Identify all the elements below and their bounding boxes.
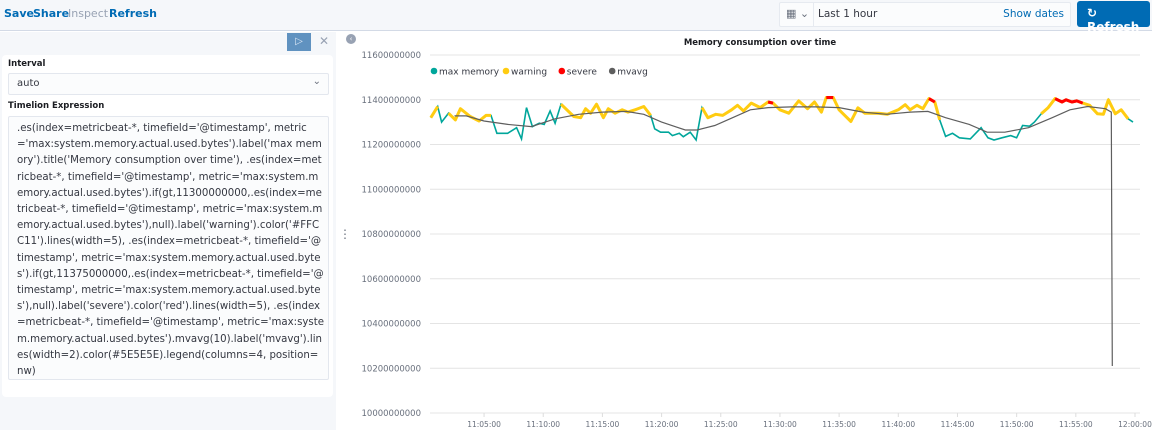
x-tick-label: 11:05:00 bbox=[467, 420, 501, 429]
legend-swatch bbox=[430, 67, 438, 75]
series-mvavg bbox=[454, 105, 1113, 367]
x-tick-label: 11:55:00 bbox=[1059, 420, 1093, 429]
x-tick-label: 11:45:00 bbox=[941, 420, 975, 429]
y-tick-label: 11400000000 bbox=[362, 96, 422, 106]
legend-item: max memory bbox=[439, 68, 500, 78]
legend-item: severe bbox=[567, 68, 598, 78]
x-tick-label: 11:40:00 bbox=[881, 420, 915, 429]
y-tick-label: 11000000000 bbox=[362, 185, 422, 195]
chart-title: Memory consumption over time bbox=[684, 38, 837, 48]
x-tick-label: 11:25:00 bbox=[704, 420, 738, 429]
y-tick-label: 11600000000 bbox=[362, 51, 422, 61]
legend-swatch bbox=[608, 67, 616, 75]
series-max-memory bbox=[430, 96, 1134, 142]
legend-swatch bbox=[558, 67, 566, 75]
x-tick-label: 11:35:00 bbox=[822, 420, 856, 429]
legend-item: mvavg bbox=[617, 68, 648, 78]
y-tick-label: 10200000000 bbox=[362, 364, 422, 374]
timelion-chart: Memory consumption over time 10000000000 1… bbox=[362, 38, 1152, 429]
legend-item: warning bbox=[511, 68, 547, 78]
y-tick-label: 11200000000 bbox=[362, 141, 422, 151]
y-tick-label: 10600000000 bbox=[362, 275, 422, 285]
x-tick-label: 11:50:00 bbox=[1000, 420, 1034, 429]
series-warning bbox=[429, 96, 1130, 123]
x-tick-label: 11:15:00 bbox=[586, 420, 620, 429]
x-tick-label: 12:00:00 bbox=[1118, 420, 1152, 429]
x-tick-label: 11:10:00 bbox=[526, 420, 560, 429]
y-tick-label: 10000000000 bbox=[362, 409, 422, 419]
y-tick-label: 10400000000 bbox=[362, 320, 422, 330]
series-severe bbox=[768, 98, 1108, 104]
x-tick-label: 11:30:00 bbox=[763, 420, 797, 429]
legend-swatch bbox=[502, 67, 510, 75]
x-tick-label: 11:20:00 bbox=[645, 420, 679, 429]
y-tick-label: 10800000000 bbox=[362, 230, 422, 240]
